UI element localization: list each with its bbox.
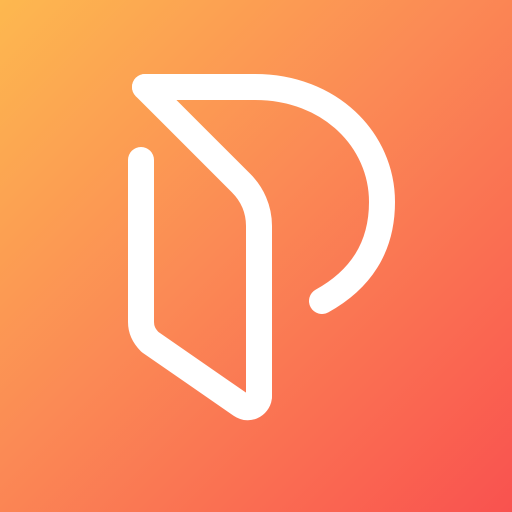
app-icon: [0, 0, 512, 512]
app-icon-artwork: [0, 0, 512, 512]
